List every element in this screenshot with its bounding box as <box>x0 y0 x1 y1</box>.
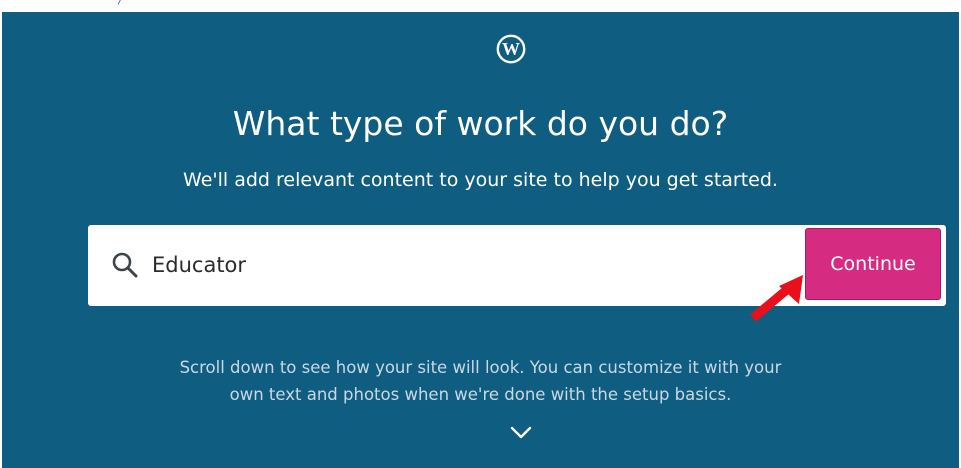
continue-button[interactable]: Continue <box>805 228 941 300</box>
scroll-hint-line-1: Scroll down to see how your site will lo… <box>179 358 782 377</box>
page-subtitle: We'll add relevant content to your site … <box>183 169 778 191</box>
cropped-top-text-fragment: / <box>118 0 158 8</box>
svg-text:W: W <box>502 39 520 59</box>
scroll-hint-line-2: own text and photos when we're done with… <box>229 385 732 404</box>
site-type-search-input[interactable] <box>152 247 792 283</box>
scroll-hint-text: Scroll down to see how your site will lo… <box>0 354 961 408</box>
wordpress-logo-icon: W <box>496 34 526 64</box>
chevron-down-icon[interactable] <box>510 426 532 440</box>
search-icon <box>112 252 138 278</box>
site-type-search-box: Continue <box>88 225 946 306</box>
page-title: What type of work do you do? <box>232 104 729 143</box>
annotation-arrow-icon <box>750 275 803 322</box>
